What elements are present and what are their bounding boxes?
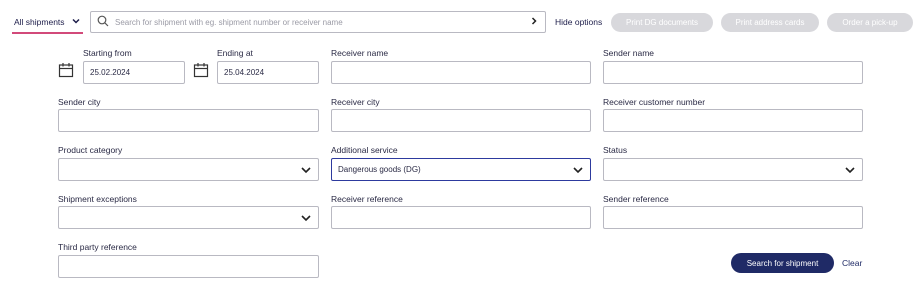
chevron-down-icon xyxy=(844,164,856,176)
search-for-shipment-button[interactable]: Search for shipment xyxy=(731,253,834,273)
search-input[interactable]: Search for shipment with eg. shipment nu… xyxy=(115,18,529,27)
sender-name-label: Sender name xyxy=(603,48,655,58)
additional-service-select[interactable]: Dangerous goods (DG) xyxy=(331,158,591,181)
additional-service-value: Dangerous goods (DG) xyxy=(338,165,421,174)
chevron-right-icon[interactable] xyxy=(529,16,539,28)
sender-reference-label: Sender reference xyxy=(603,194,669,204)
receiver-city-field[interactable] xyxy=(331,109,591,132)
chevron-down-icon xyxy=(572,164,584,176)
sender-city-field[interactable] xyxy=(58,109,319,132)
sender-city-label: Sender city xyxy=(58,97,101,107)
receiver-name-field[interactable] xyxy=(331,61,591,84)
print-dg-documents-button[interactable]: Print DG documents xyxy=(611,13,713,32)
ending-at-label: Ending at xyxy=(217,48,253,58)
search-bar[interactable]: Search for shipment with eg. shipment nu… xyxy=(90,11,546,33)
tab-all-shipments[interactable]: All shipments xyxy=(12,12,83,34)
shipment-exceptions-select[interactable] xyxy=(58,206,319,229)
calendar-icon[interactable] xyxy=(193,62,209,78)
third-party-reference-label: Third party reference xyxy=(58,242,137,252)
status-label: Status xyxy=(603,145,628,155)
receiver-city-label: Receiver city xyxy=(331,97,380,107)
status-select[interactable] xyxy=(603,158,863,181)
shipment-exceptions-label: Shipment exceptions xyxy=(58,194,137,204)
receiver-name-label: Receiver name xyxy=(331,48,389,58)
print-address-cards-button[interactable]: Print address cards xyxy=(721,13,819,32)
receiver-reference-field[interactable] xyxy=(331,206,591,229)
receiver-customer-number-label: Receiver customer number xyxy=(603,97,706,107)
receiver-customer-number-field[interactable] xyxy=(603,109,863,132)
receiver-reference-label: Receiver reference xyxy=(331,194,403,204)
starting-from-field[interactable]: 25.02.2024 xyxy=(83,61,185,84)
order-pickup-button[interactable]: Order a pick-up xyxy=(827,13,913,32)
additional-service-label: Additional service xyxy=(331,145,398,155)
chevron-down-icon xyxy=(71,16,81,28)
hide-options-link[interactable]: Hide options xyxy=(555,17,602,27)
ending-at-field[interactable]: 25.04.2024 xyxy=(217,61,319,84)
search-icon xyxy=(97,15,109,29)
sender-name-field[interactable] xyxy=(603,61,863,84)
sender-reference-field[interactable] xyxy=(603,206,863,229)
calendar-icon[interactable] xyxy=(58,62,74,78)
tab-label: All shipments xyxy=(14,17,65,27)
product-category-select[interactable] xyxy=(58,158,319,181)
clear-button[interactable]: Clear xyxy=(842,258,862,268)
chevron-down-icon xyxy=(300,212,312,224)
third-party-reference-field[interactable] xyxy=(58,255,319,278)
starting-from-label: Starting from xyxy=(83,48,132,58)
product-category-label: Product category xyxy=(58,145,123,155)
chevron-down-icon xyxy=(300,164,312,176)
